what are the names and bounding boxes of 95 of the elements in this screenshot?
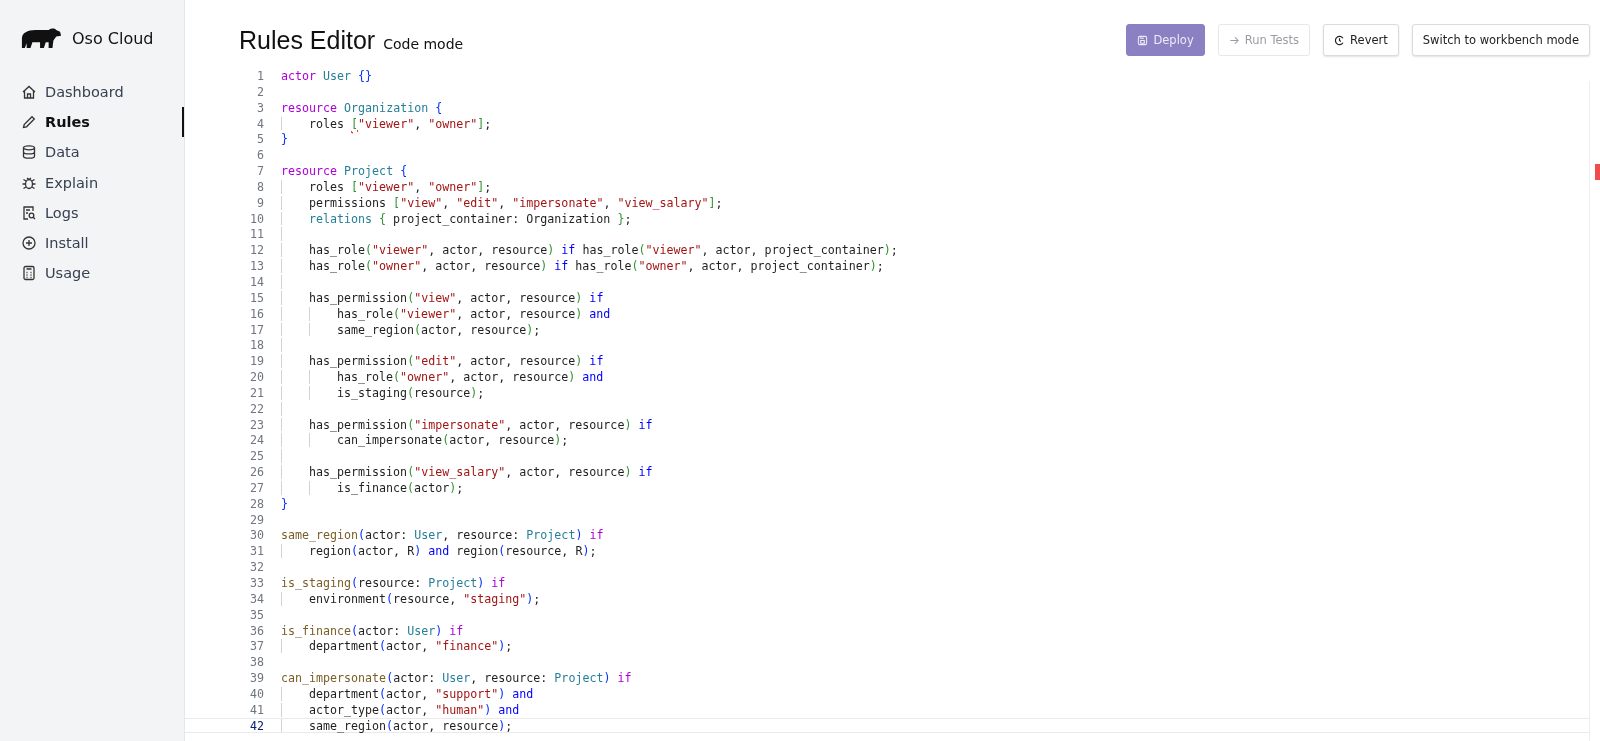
arrow-right-icon: [1228, 34, 1240, 46]
line-number: 32: [248, 560, 265, 574]
code-line: has_permission("edit", actor, resource) if: [309, 354, 604, 369]
line-number: 3: [256, 100, 265, 115]
line-number: 36: [248, 623, 265, 638]
line-number: 19: [248, 354, 265, 369]
code-line: has_role("owner", actor, resource) if has_role("owner", actor, project_container);: [309, 259, 884, 273]
line-number: 41: [248, 702, 265, 717]
sidebar-item[interactable]: Logs: [0, 197, 184, 228]
history-icon: [1334, 34, 1346, 46]
bear-logo-icon: [20, 27, 62, 50]
line-number: 10: [248, 211, 265, 226]
code-line: is_finance(actor);: [337, 480, 464, 495]
revert-button[interactable]: Revert: [1323, 24, 1399, 56]
sidebar-item[interactable]: Explain: [0, 167, 184, 198]
code-line: has_permission("view", actor, resource) if: [309, 290, 604, 305]
code-line: can_impersonate(actor, resource);: [337, 433, 569, 448]
code-line: region(actor, R) and region(resource, R);: [309, 544, 597, 559]
plus-circle-icon: [21, 235, 37, 252]
line-number: 40: [248, 686, 265, 701]
line-number: 12: [248, 243, 265, 258]
code-line: environment(resource, "staging");: [309, 591, 541, 606]
line-number: 31: [248, 544, 265, 559]
sidebar-item[interactable]: Dashboard: [0, 77, 184, 108]
line-number: 20: [248, 370, 265, 384]
sidebar-item[interactable]: Data: [0, 137, 184, 168]
line-number: 42: [248, 718, 265, 733]
code-line: has_role("owner", actor, resource) and: [337, 370, 604, 384]
code-line: roles ["viewer", "owner"];: [309, 116, 492, 131]
line-number: 18: [248, 338, 265, 353]
brand-name: Oso Cloud: [72, 29, 154, 48]
code-line: actor User {}: [281, 69, 373, 83]
line-number: 22: [248, 401, 265, 416]
line-number: 15: [248, 290, 265, 305]
code-line: department(actor, "finance");: [309, 639, 513, 654]
code-line: actor_type(actor, "human") and: [309, 702, 520, 717]
code-line: }: [281, 132, 288, 147]
line-number: 2: [256, 84, 265, 99]
line-number: 39: [248, 671, 265, 685]
pencil-icon: [21, 114, 37, 131]
sidebar-item[interactable]: Install: [0, 227, 184, 259]
line-number: 30: [248, 528, 265, 543]
code-line: has_permission("view_salary", actor, resource) if: [309, 465, 653, 479]
line-number: 1: [256, 69, 265, 83]
code-line: has_role("viewer", actor, resource) and: [337, 306, 611, 321]
home-icon: [21, 84, 37, 101]
line-number: 11: [248, 227, 265, 242]
code-line: is_staging(resource);: [337, 385, 485, 400]
switch-mode-button[interactable]: Switch to workbench mode: [1411, 24, 1590, 56]
code-line: relations { project_container: Organization };: [309, 211, 632, 226]
calculator-icon: [21, 265, 37, 282]
code-line: has_role("viewer", actor, resource) if has_role("viewer", actor, project_container);: [309, 243, 898, 258]
line-number: 27: [248, 480, 265, 495]
code-line: roles ["viewer", "owner"];: [309, 179, 492, 194]
code-line: same_region(actor: User, resource: Project) if: [281, 528, 604, 543]
code-line: resource Project {: [281, 164, 408, 178]
line-number: 7: [256, 164, 265, 178]
line-number: 17: [248, 322, 265, 337]
line-number: 26: [248, 465, 265, 479]
error-marker: [1595, 163, 1600, 180]
code-line: has_permission("impersonate", actor, resource) if: [309, 417, 653, 432]
code-line: }: [281, 496, 288, 511]
line-number: 28: [248, 496, 265, 511]
code-line: resource Organization {: [281, 100, 443, 115]
code-line: department(actor, "support") and: [309, 686, 534, 701]
line-number: 9: [256, 195, 265, 210]
line-number: 4: [256, 116, 265, 131]
line-number: 5: [256, 132, 265, 147]
line-number: 16: [248, 306, 265, 321]
sidebar-item[interactable]: Rules: [0, 107, 184, 138]
code-line: permissions ["view", "edit", "impersonate", "view_salary"];: [309, 195, 723, 210]
document-search-icon: [21, 204, 37, 221]
line-number: 29: [248, 512, 265, 527]
line-number: 38: [248, 655, 265, 670]
line-number: 24: [248, 433, 265, 448]
code-line: is_staging(resource: Project) if: [281, 576, 506, 590]
line-number: 34: [248, 591, 265, 606]
line-number: 33: [248, 576, 265, 590]
sidebar-item[interactable]: Usage: [0, 258, 184, 289]
line-number: 23: [248, 417, 265, 432]
code-line: same_region(actor, resource);: [337, 322, 541, 337]
line-number: 21: [248, 385, 265, 400]
code-line: can_impersonate(actor: User, resource: Project) if: [281, 671, 632, 685]
line-number: 6: [256, 148, 265, 163]
line-number: 25: [248, 449, 265, 464]
code-line: is_finance(actor: User) if: [281, 623, 464, 638]
line-number: 37: [248, 639, 265, 654]
page-title: Rules Editor: [239, 26, 376, 55]
database-icon: [21, 144, 37, 161]
mode-label: Code mode: [383, 36, 464, 52]
code-line: same_region(actor, resource);: [309, 718, 513, 733]
line-number: 8: [256, 179, 265, 194]
line-number: 14: [248, 274, 265, 289]
line-number: 35: [248, 607, 265, 622]
line-number: 13: [248, 259, 265, 273]
